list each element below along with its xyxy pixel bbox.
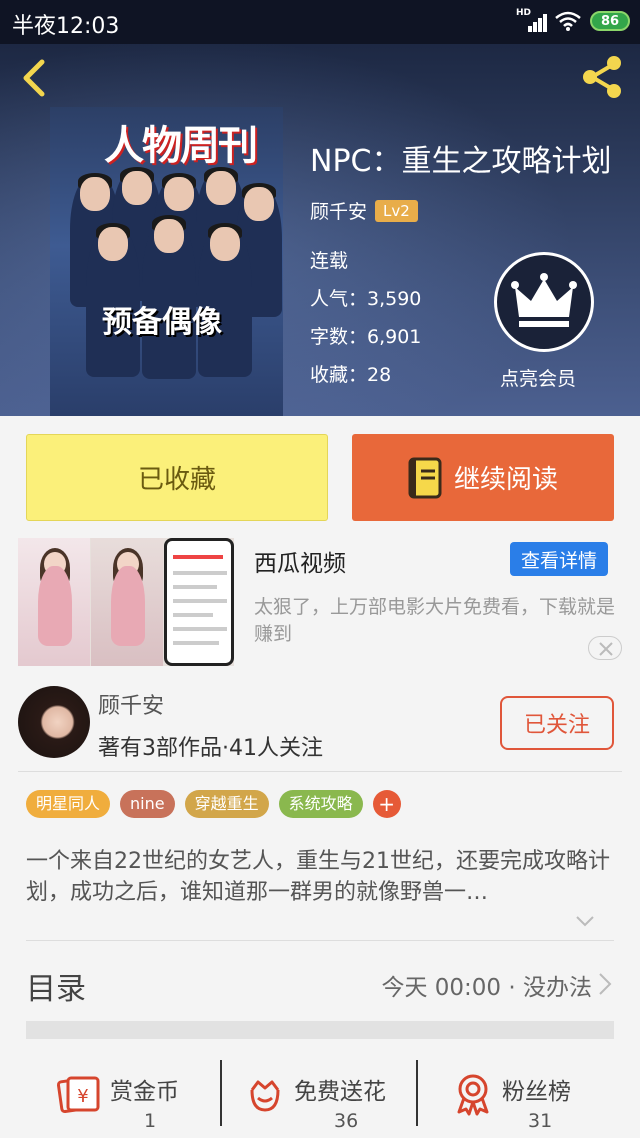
continue-reading-button[interactable]: 继续阅读: [352, 434, 614, 521]
level-badge: Lv2: [375, 199, 418, 222]
coin-envelope-icon: ¥: [56, 1076, 100, 1114]
action-buttons: 已收藏 继续阅读: [0, 416, 640, 538]
chevron-left-icon: [23, 59, 45, 97]
tag-item[interactable]: 明星同人: [26, 790, 111, 818]
chevron-down-icon: [576, 916, 594, 927]
author-line: 顾千安 Lv2: [310, 197, 418, 224]
share-button[interactable]: [578, 52, 628, 102]
ad-detail-button[interactable]: 查看详情: [510, 542, 608, 576]
toc-label: 目录: [26, 972, 86, 1007]
word-count-stat: 字数：6,901: [310, 326, 422, 348]
book-header: 半夜12:03 HD 86 人物周刊 预备偶像 NPC：重生之攻略计划 顾千安 …: [0, 0, 640, 416]
divider: [18, 771, 622, 772]
latest-chapter: 今天 00:00 · 没办法: [381, 975, 592, 1001]
ad-title: 西瓜视频: [254, 551, 346, 577]
cover-magazine-title: 人物周刊: [104, 122, 258, 169]
collected-label: 已收藏: [137, 465, 216, 495]
reward-count: 1: [144, 1110, 157, 1132]
close-icon: [599, 642, 613, 656]
fan-ranking-button[interactable]: 粉丝榜 31: [450, 1056, 600, 1132]
book-cover[interactable]: 人物周刊 预备偶像: [50, 107, 283, 416]
separator: [220, 1060, 222, 1126]
section-placeholder: [26, 1021, 614, 1039]
popularity-stat: 人气：3,590: [310, 288, 422, 310]
status-bar: 半夜12:03 HD 86: [0, 0, 640, 44]
author-card[interactable]: 顾千安 著有3部作品·41人关注 已关注: [0, 672, 640, 772]
author-name[interactable]: 顾千安: [310, 197, 367, 224]
ad-image[interactable]: [18, 538, 234, 666]
continue-reading-label: 继续阅读: [453, 465, 558, 495]
tag-item[interactable]: nine: [120, 790, 175, 818]
author-card-name: 顾千安: [98, 694, 165, 719]
expand-synopsis-button[interactable]: [574, 910, 596, 932]
collected-button[interactable]: 已收藏: [26, 434, 328, 521]
back-button[interactable]: [16, 56, 56, 100]
wifi-icon: [554, 10, 582, 32]
add-tag-button[interactable]: +: [372, 790, 401, 818]
flowers-label: 免费送花: [294, 1079, 386, 1105]
tag-list: 明星同人 nine 穿越重生 系统攻略 +: [26, 790, 401, 818]
favorites-stat: 收藏：28: [310, 364, 392, 386]
tag-item[interactable]: 穿越重生: [184, 790, 269, 818]
vip-label[interactable]: 点亮会员: [500, 364, 576, 391]
chevron-right-icon: [599, 973, 612, 995]
ad-banner[interactable]: 西瓜视频 查看详情 太狠了，上万部电影大片免费看，下载就是赚到: [0, 538, 640, 672]
book-title: NPC：重生之攻略计划: [310, 144, 612, 179]
reward-coins-button[interactable]: ¥ 赏金币 1: [56, 1056, 196, 1132]
vip-button[interactable]: [494, 252, 594, 352]
medal-icon: [457, 1074, 489, 1116]
signal-icon: HD: [516, 8, 547, 32]
tag-item[interactable]: 系统攻略: [278, 790, 363, 818]
status-time: 半夜12:03: [12, 14, 120, 39]
separator: [416, 1060, 418, 1126]
fans-count: 31: [528, 1110, 553, 1132]
reward-label: 赏金币: [110, 1079, 179, 1105]
serial-status: 连载: [310, 250, 349, 272]
flower-icon: [250, 1080, 280, 1112]
free-flowers-button[interactable]: 免费送花 36: [242, 1056, 412, 1132]
follow-button[interactable]: 已关注: [500, 696, 614, 750]
status-icons: HD 86: [516, 8, 630, 32]
ad-description: 太狠了，上万部电影大片免费看，下载就是赚到: [254, 596, 616, 645]
flowers-count: 36: [334, 1110, 359, 1132]
author-card-stats: 著有3部作品·41人关注: [98, 736, 323, 761]
divider: [26, 940, 614, 941]
crown-icon: [511, 273, 577, 327]
svg-text:¥: ¥: [77, 1086, 88, 1107]
table-of-contents-row[interactable]: 目录 今天 00:00 · 没办法: [0, 946, 640, 1018]
battery-icon: 86: [590, 11, 630, 31]
fans-label: 粉丝榜: [502, 1079, 571, 1105]
bottom-bar: ¥ 赏金币 1 免费送花 36 粉丝榜 31: [0, 1046, 640, 1138]
share-icon: [583, 56, 621, 98]
synopsis[interactable]: 一个来自22世纪的女艺人，重生与21世纪，还要完成攻略计划，成功之后，谁知道那一…: [26, 846, 616, 908]
book-icon: [408, 457, 442, 498]
cover-title: 预备偶像: [102, 305, 222, 340]
author-avatar[interactable]: [18, 686, 90, 758]
ad-close-button[interactable]: [588, 636, 622, 660]
